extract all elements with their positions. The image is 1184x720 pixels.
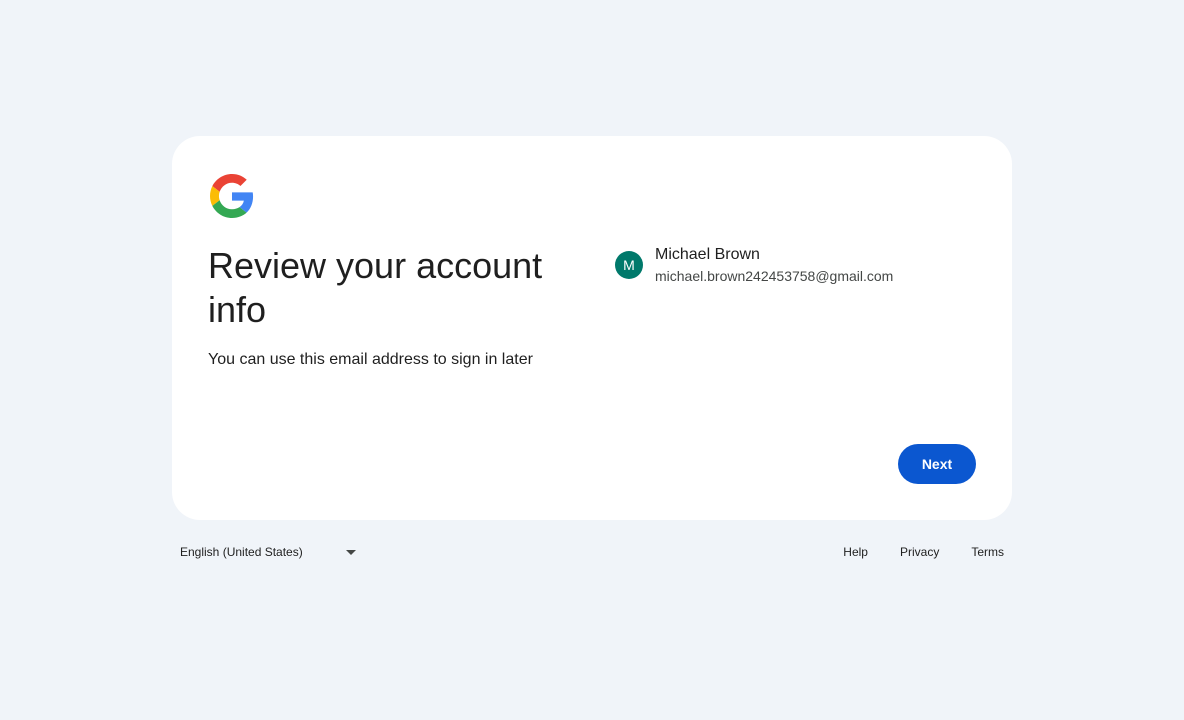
google-logo-icon (210, 174, 254, 218)
page-title: Review your account info (208, 245, 543, 330)
caret-down-icon (346, 550, 356, 555)
account-name: Michael Brown (655, 246, 760, 263)
language-selector-label: English (United States) (180, 545, 303, 559)
account-email: michael.brown242453758@gmail.com (655, 268, 894, 284)
account-details: Michael Brown michael.brown242453758@gma… (655, 244, 893, 286)
account-chip: M Michael Brown michael.brown242453758@g… (615, 244, 893, 286)
signin-card: Review your account info You can use thi… (172, 136, 1012, 520)
privacy-link[interactable]: Privacy (900, 545, 939, 559)
terms-link[interactable]: Terms (971, 545, 1004, 559)
help-link[interactable]: Help (843, 545, 868, 559)
next-button[interactable]: Next (898, 444, 976, 484)
avatar: M (615, 251, 643, 279)
page-subtitle: You can use this email address to sign i… (208, 351, 533, 368)
language-selector[interactable]: English (United States) (180, 536, 360, 568)
footer: English (United States) Help Privacy Ter… (172, 536, 1012, 568)
footer-links: Help Privacy Terms (811, 536, 1004, 568)
